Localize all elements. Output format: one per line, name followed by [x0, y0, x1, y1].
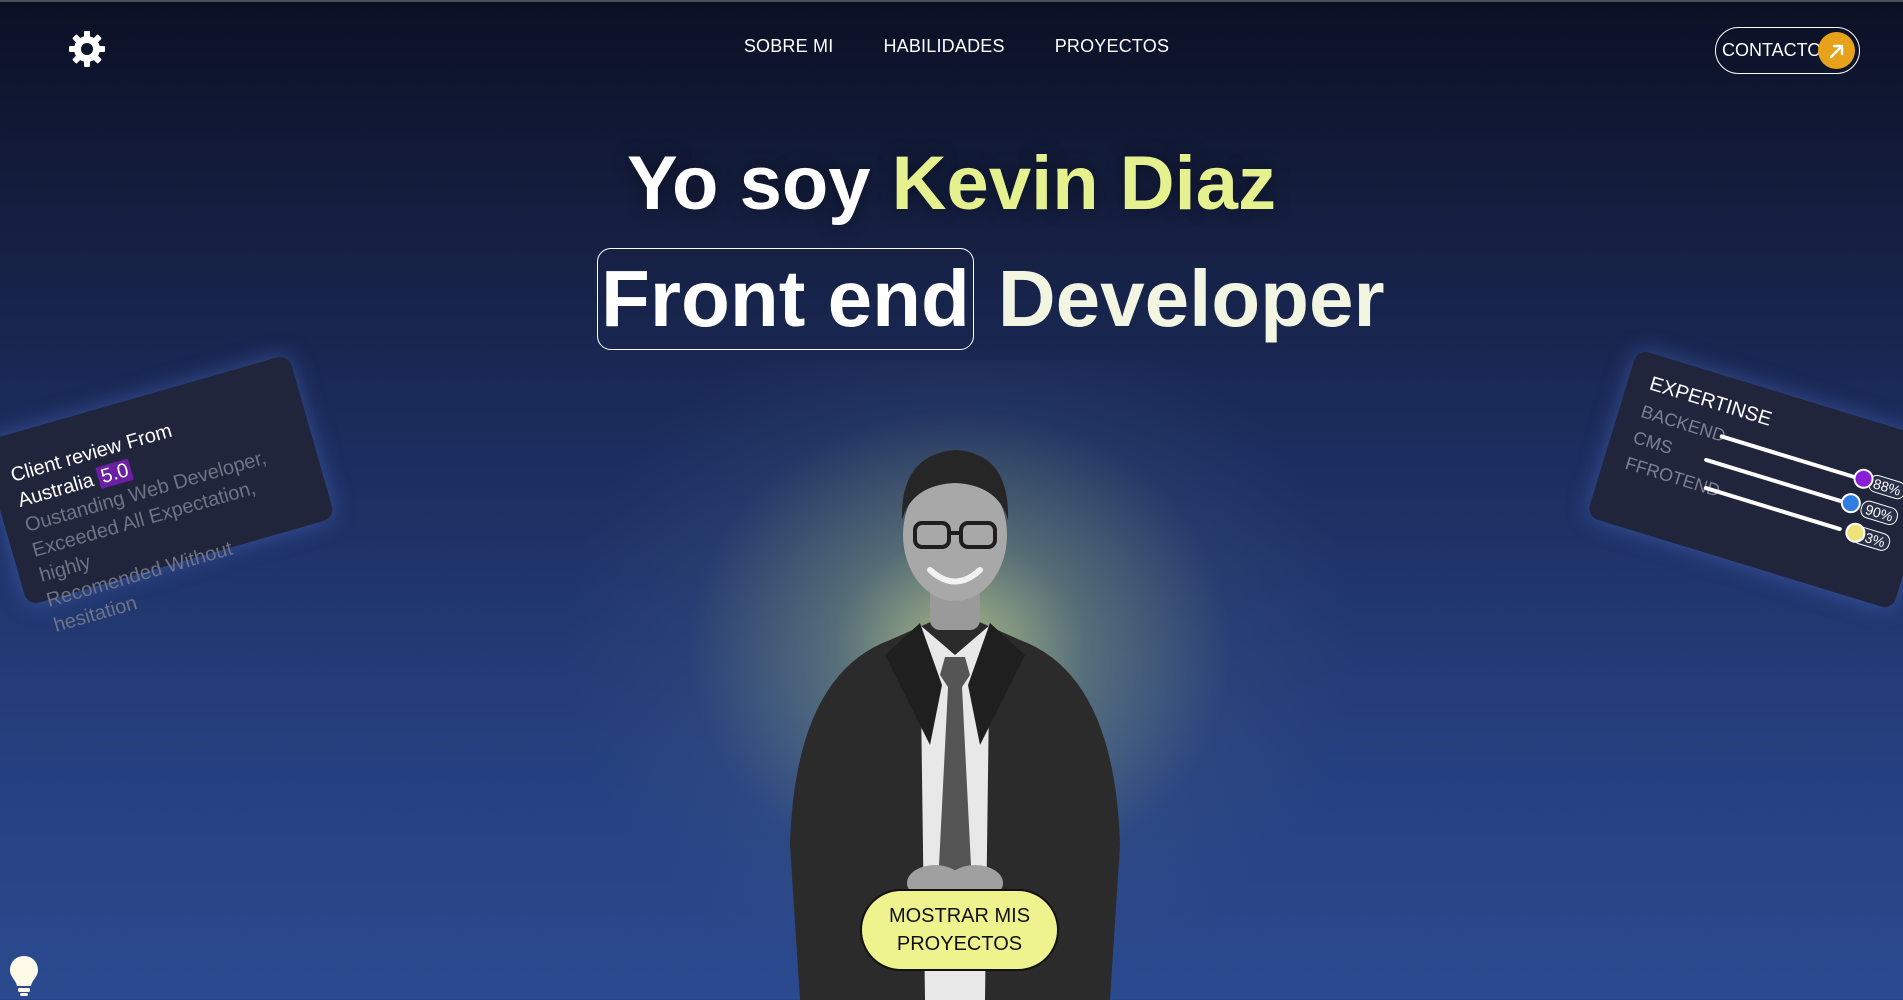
main-nav: SOBRE MI HABILIDADES PROYECTOS	[0, 36, 1903, 57]
hero-prefix: Yo soy	[626, 141, 871, 226]
nav-habilidades[interactable]: HABILIDADES	[883, 36, 1004, 57]
show-projects-button[interactable]: MOSTRAR MIS PROYECTOS	[860, 889, 1059, 971]
cta-line1: MOSTRAR MIS	[888, 905, 1031, 927]
window-top-border	[0, 0, 1903, 2]
client-review-card: Client review From Australia 5.0 Oustand…	[0, 354, 336, 637]
contact-button-label: CONTACTO	[1722, 40, 1822, 60]
lightbulb-icon[interactable]	[8, 954, 40, 998]
nav-sobre-mi[interactable]: SOBRE MI	[744, 36, 834, 57]
contact-button[interactable]: CONTACTO	[1715, 27, 1860, 74]
arrow-up-right-icon	[1818, 32, 1855, 69]
hero-role-highlight: Front end	[597, 248, 974, 350]
hero-heading: Yo soy Kevin Diaz	[0, 140, 1903, 227]
cta-line2: PROYECTOS	[896, 933, 1023, 955]
expertise-card: EXPERTINSE BACKEND 88% CMS 90% FFROTEND …	[1586, 349, 1903, 610]
hero-subheading: Front end Developer	[597, 248, 1385, 350]
hero-name: Kevin Diaz	[891, 141, 1277, 226]
hero-role-rest: Developer	[997, 254, 1385, 343]
nav-proyectos[interactable]: PROYECTOS	[1055, 36, 1170, 57]
